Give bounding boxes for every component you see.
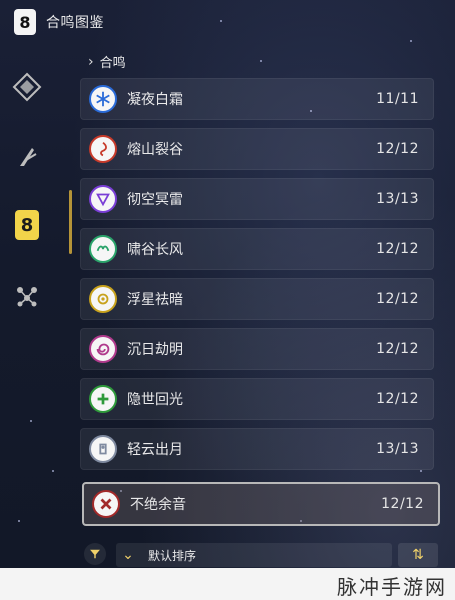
sidebar-active-indicator	[69, 190, 72, 254]
crossed-swords-icon	[92, 490, 120, 518]
plus-icon	[89, 385, 117, 413]
chevron-down-icon: ⌄	[122, 547, 134, 563]
header: 8 合鸣图鉴	[0, 0, 455, 44]
sidebar-item-feather[interactable]	[10, 140, 44, 174]
list-item[interactable]: 轻云出月 13/13	[80, 428, 434, 470]
feather-icon	[20, 148, 37, 166]
spiral-icon	[89, 335, 117, 363]
sidebar-item-sonata[interactable]: 8	[10, 208, 44, 242]
wind-icon	[89, 235, 117, 263]
breadcrumb: › 合鸣	[88, 52, 126, 72]
nodes-icon	[17, 287, 37, 307]
sidebar-item-nodes[interactable]	[10, 278, 44, 312]
moon-icon	[89, 435, 117, 463]
sort-dropdown[interactable]: ⌄ 默认排序	[116, 543, 392, 567]
list-item[interactable]: 沉日劫明 12/12	[80, 328, 434, 370]
filter-icon	[90, 549, 100, 559]
list-item[interactable]: 熔山裂谷 12/12	[80, 128, 434, 170]
filter-button[interactable]	[84, 543, 106, 565]
flame-swirl-icon	[89, 135, 117, 163]
sidebar: 8	[0, 60, 58, 340]
chevron-right-icon: ›	[88, 53, 94, 70]
star-icon	[89, 285, 117, 313]
page-title: 合鸣图鉴	[46, 15, 104, 31]
diamond-icon	[12, 72, 42, 102]
list-item[interactable]: 浮星祛暗 12/12	[80, 278, 434, 320]
list-item[interactable]: 凝夜白霜 11/11	[80, 78, 434, 120]
sonata-icon: 8	[15, 210, 39, 240]
breadcrumb-label: 合鸣	[99, 56, 126, 71]
list-item[interactable]: 啸谷长风 12/12	[80, 228, 434, 270]
sort-order-button[interactable]: ⇅	[398, 543, 438, 567]
app-icon: 8	[14, 9, 36, 35]
thunder-icon	[89, 185, 117, 213]
list-item[interactable]: 彻空冥雷 13/13	[80, 178, 434, 220]
list-item[interactable]: 隐世回光 12/12	[80, 378, 434, 420]
sort-dropdown-label: 默认排序	[148, 548, 197, 563]
watermark: 脉冲手游网	[337, 575, 447, 599]
list-item-selected[interactable]: 不绝余音 12/12	[82, 482, 440, 526]
sidebar-item-diamond[interactable]	[10, 70, 44, 104]
snowflake-icon	[89, 85, 117, 113]
sort-order-icon: ⇅	[412, 547, 424, 563]
